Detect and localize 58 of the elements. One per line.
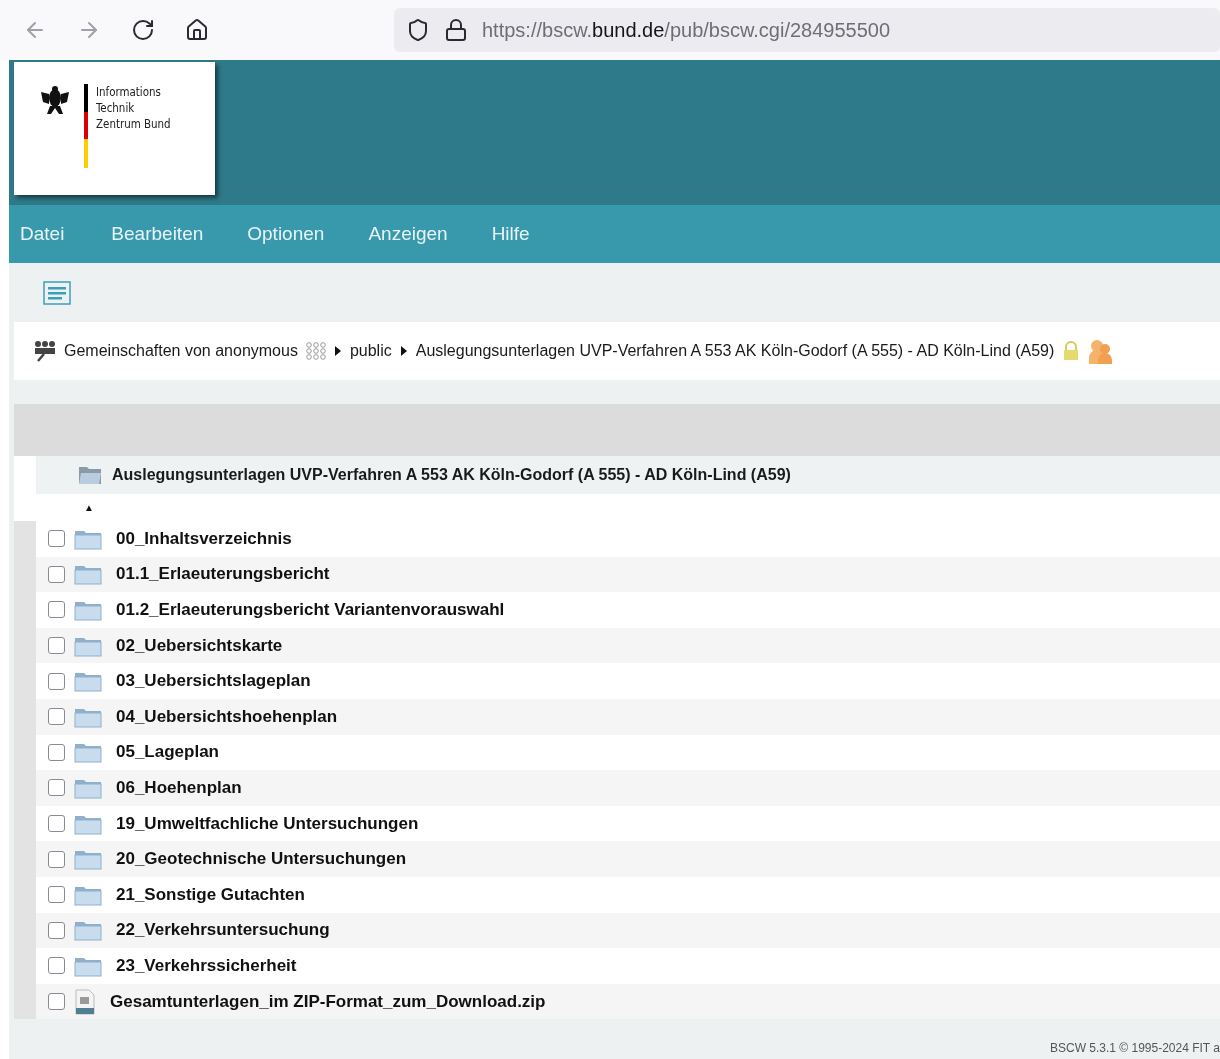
folder-link[interactable]: 04_Uebersichtshoehenplan — [116, 706, 338, 727]
members-icon[interactable] — [305, 342, 326, 360]
folder-link[interactable]: 03_Uebersichtslageplan — [116, 671, 311, 692]
chevron-icon — [333, 346, 342, 356]
row-checkbox[interactable] — [48, 743, 65, 761]
row-checkbox[interactable] — [48, 530, 65, 548]
lock-icon — [1062, 341, 1081, 361]
zip-file-icon — [74, 988, 96, 1015]
folder-link[interactable]: 01.1_Erlaeuterungsbericht — [116, 564, 330, 585]
row-checkbox[interactable] — [48, 921, 65, 939]
footer-text: BSCW 5.3.1 © 1995-2024 FIT a — [1049, 1041, 1220, 1055]
details-view-icon[interactable] — [43, 280, 71, 305]
folder-icon — [74, 670, 102, 693]
url-text: https://bscw.bund.de/pub/bscw.cgi/284955500 — [482, 18, 891, 42]
folder-link[interactable]: 22_Verkehrsuntersuchung — [116, 920, 330, 941]
row-checkbox[interactable] — [48, 850, 65, 868]
folder-link[interactable]: 01.2_Erlaeuterungsbericht Variantenvorauswahl — [116, 600, 505, 620]
breadcrumb-link[interactable]: public — [349, 342, 392, 360]
folder-link[interactable]: 20_Geotechnische Untersuchungen — [116, 849, 407, 870]
folder-link[interactable]: 23_Verkehrssicherheit — [116, 955, 297, 976]
folder-link[interactable]: 00_Inhaltsverzeichnis — [116, 528, 292, 549]
folder-icon — [74, 599, 102, 621]
row-checkbox[interactable] — [48, 708, 65, 726]
folder-icon — [78, 465, 102, 485]
folder-icon — [74, 919, 102, 942]
row-checkbox[interactable] — [48, 672, 65, 690]
chevron-icon — [399, 346, 408, 356]
address-bar[interactable]: https://bscw.bund.de/pub/bscw.cgi/284955500 — [394, 8, 1220, 52]
folder-link[interactable]: 06_Hoehenplan — [116, 777, 242, 798]
row-checkbox[interactable] — [48, 993, 65, 1010]
sort-button[interactable]: ▲ — [84, 502, 94, 513]
eagle-icon — [40, 84, 70, 116]
lock-icon — [444, 18, 468, 42]
folder-icon — [74, 741, 102, 764]
row-checkbox[interactable] — [48, 565, 65, 583]
shield-icon — [406, 18, 430, 42]
row-checkbox[interactable] — [48, 637, 65, 655]
folder-link[interactable]: 21_Sonstige Gutachten — [116, 884, 305, 905]
row-checkbox[interactable] — [48, 957, 65, 975]
reload-icon — [131, 18, 155, 42]
logo-text: Informations — [96, 84, 162, 100]
row-checkbox[interactable] — [48, 601, 65, 619]
community-icon — [34, 340, 56, 362]
row-checkbox[interactable] — [48, 815, 65, 833]
folder-icon — [74, 563, 102, 586]
folder-link[interactable]: 02_Uebersichtskarte — [116, 635, 283, 656]
logo-text: Zentrum Bund — [96, 116, 171, 132]
folder-link[interactable]: 05_Lageplan — [116, 742, 219, 763]
row-checkbox[interactable] — [48, 779, 65, 797]
breadcrumb-link[interactable]: Auslegungsunterlagen UVP-Verfahren A 553 AK Köln-Godorf (A 555) - AD Köln-Lind (A59) — [415, 342, 1055, 360]
people-icon — [1088, 338, 1113, 364]
row-checkbox[interactable] — [48, 886, 65, 904]
folder-title: Auslegungsunterlagen UVP-Verfahren A 553 AK Köln-Godorf (A 555) - AD Köln-Lind (A59) — [112, 466, 791, 484]
breadcrumb-link[interactable]: Gemeinschaften von anonymous — [64, 342, 298, 360]
folder-icon — [74, 848, 102, 871]
logo-text: Technik — [96, 100, 136, 116]
folder-link[interactable]: 19_Umweltfachliche Untersuchungen — [116, 813, 419, 834]
home-icon — [185, 18, 209, 42]
